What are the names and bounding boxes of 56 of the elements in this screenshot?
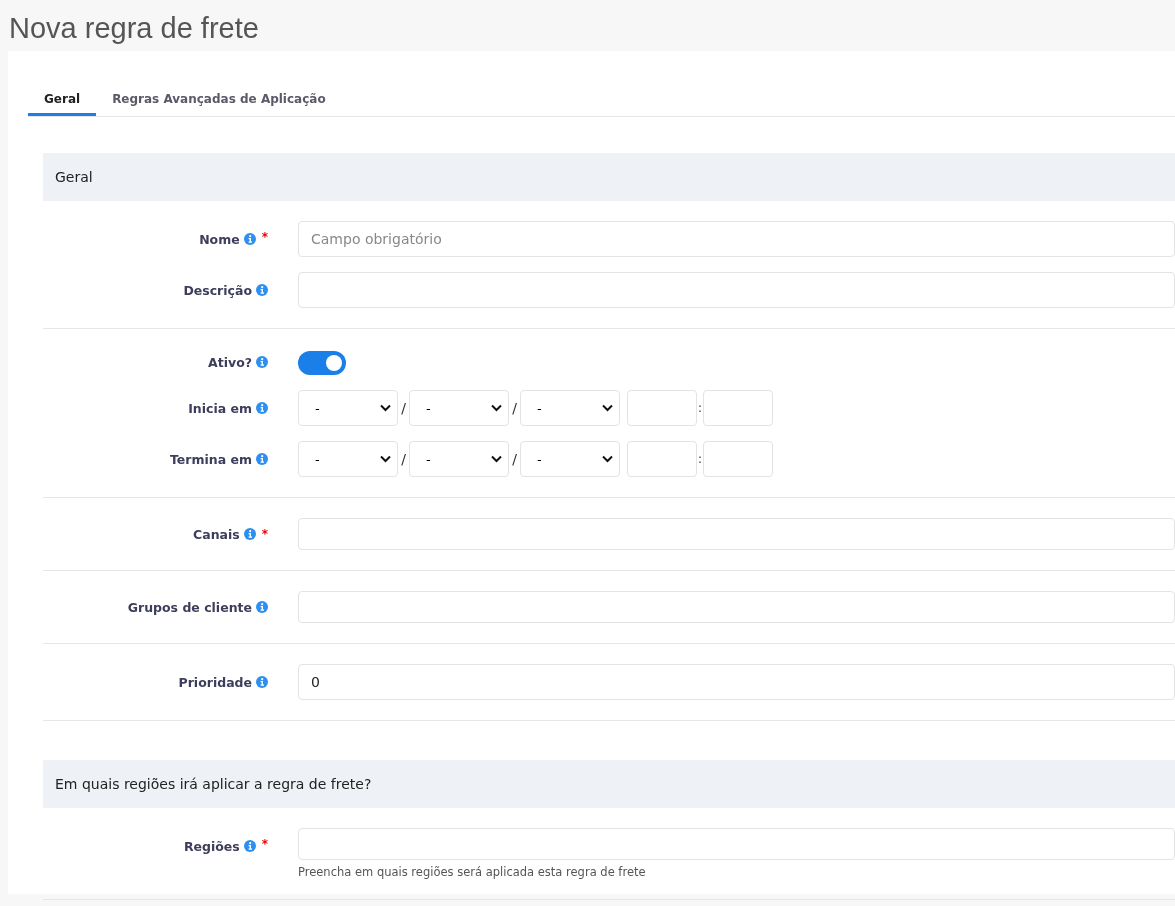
section-header: Geral [43, 153, 1175, 201]
time-separator: : [698, 452, 703, 466]
field-label: Termina em [170, 451, 252, 467]
date-separator: / [400, 451, 407, 467]
required-mark: * [261, 527, 268, 541]
info-icon [256, 676, 268, 688]
dropdown[interactable]: - [409, 441, 509, 477]
toggle-switch[interactable] [298, 351, 346, 375]
chevron-icon [602, 455, 613, 463]
chevron-icon [380, 404, 391, 412]
info-icon [256, 356, 268, 368]
info-icon [243, 840, 256, 852]
dropdown[interactable]: - [409, 390, 509, 426]
info-icon [256, 453, 268, 465]
page-title: Nova regra de frete [8, 11, 260, 46]
section-header: Em quais regiões irá aplicar a regra de frete? [43, 760, 1175, 808]
field-label: Inicia em [188, 400, 252, 416]
info-icon [243, 233, 256, 245]
field-label: Ativo? [208, 354, 252, 370]
hour-field[interactable] [627, 441, 697, 477]
chevron-icon [602, 404, 613, 412]
info-icon [256, 601, 268, 613]
field-label: Grupos de cliente [127, 599, 252, 615]
select-field[interactable] [298, 591, 1175, 623]
field-label: Descrição [183, 282, 252, 298]
tab[interactable]: Geral [28, 71, 97, 116]
dropdown[interactable]: - [298, 441, 398, 477]
required-mark: * [261, 837, 268, 851]
hour-field[interactable] [627, 390, 697, 426]
minute-field[interactable] [703, 441, 774, 477]
required-mark: * [261, 230, 268, 244]
time-separator: : [698, 401, 703, 415]
info-icon [256, 402, 268, 414]
text-field[interactable]: Campo obrigatório [298, 221, 1175, 257]
info-icon [243, 528, 256, 540]
text-field[interactable]: 0 [298, 664, 1175, 700]
date-separator: / [511, 400, 518, 416]
field-label: Canais [193, 526, 240, 542]
chevron-icon [491, 404, 502, 412]
info-icon [256, 284, 268, 296]
dropdown[interactable]: - [520, 441, 620, 477]
select-field[interactable] [298, 828, 1175, 860]
dropdown[interactable]: - [298, 390, 398, 426]
date-separator: / [400, 400, 407, 416]
date-separator: / [511, 451, 518, 467]
select-field[interactable] [298, 518, 1175, 550]
help-text: Preencha em quais regiões será aplicada esta regra de frete [298, 865, 647, 879]
chevron-icon [491, 455, 502, 463]
field-label: Nome [199, 231, 240, 247]
dropdown[interactable]: - [520, 390, 620, 426]
text-field[interactable] [298, 272, 1175, 308]
minute-field[interactable] [703, 390, 774, 426]
tab[interactable]: Regras Avançadas de Aplicação [96, 71, 342, 116]
chevron-icon [380, 455, 391, 463]
field-label: Regiões [183, 838, 240, 854]
field-label: Prioridade [178, 674, 252, 690]
